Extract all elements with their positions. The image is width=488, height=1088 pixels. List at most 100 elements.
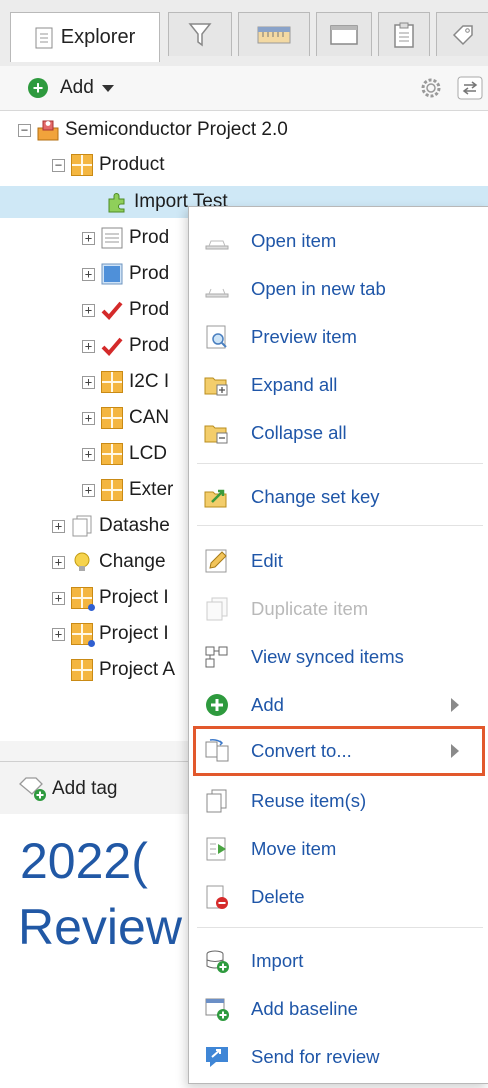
expand-all-icon: [204, 377, 228, 396]
tree-node-child[interactable]: + Prod: [82, 330, 169, 362]
menu-item-change-set-key[interactable]: Change set key: [189, 475, 488, 519]
tree-node-sibling[interactable]: + Project I: [52, 582, 169, 614]
menu-item-label: Edit: [251, 550, 283, 571]
chevron-down-icon: [101, 84, 114, 92]
tree-node-product[interactable]: − Product: [52, 149, 164, 181]
add-tag-label: Add tag: [52, 778, 118, 799]
tree-node-child[interactable]: + Exter: [82, 474, 173, 506]
tab-filter[interactable]: [168, 12, 232, 56]
menu-item-edit[interactable]: Edit: [189, 539, 488, 583]
status-dot-icon: [88, 604, 95, 611]
move-icon: [206, 837, 226, 861]
expand-icon[interactable]: +: [82, 483, 95, 497]
window-icon: [330, 24, 358, 45]
tree-node-label: I2C I: [129, 371, 170, 392]
tab-explorer-label: Explorer: [60, 26, 136, 48]
submenu-arrow-icon: [451, 698, 459, 712]
tree-node-label: Project I: [99, 587, 169, 608]
tree-node-label: Project I: [99, 623, 169, 644]
component-icon: [71, 659, 93, 681]
collapse-all-icon: [204, 425, 228, 444]
ruler-icon: [257, 26, 291, 43]
tree-node-child[interactable]: + CAN: [82, 402, 169, 434]
expand-icon[interactable]: +: [82, 339, 95, 353]
expand-icon[interactable]: +: [82, 411, 95, 425]
menu-item-open-new-tab[interactable]: Open in new tab: [189, 267, 488, 311]
tree-node-child[interactable]: + Prod: [82, 294, 169, 326]
tab-ruler[interactable]: [238, 12, 310, 56]
menu-separator: [197, 525, 483, 526]
tree-node-project[interactable]: − Semiconductor Project 2.0: [18, 114, 288, 146]
tree-node-child[interactable]: + Prod: [82, 222, 169, 254]
baseline-icon: [205, 998, 229, 1021]
component-icon: [101, 479, 123, 501]
menu-item-reuse-items[interactable]: Reuse item(s): [189, 779, 488, 823]
status-dot-icon: [88, 640, 95, 647]
expand-icon[interactable]: +: [52, 591, 65, 605]
menu-separator: [197, 463, 483, 464]
tab-window[interactable]: [316, 12, 372, 56]
menu-item-add[interactable]: Add: [189, 683, 488, 727]
expand-icon[interactable]: +: [82, 231, 95, 245]
checkmark-icon: [101, 301, 123, 320]
add-button[interactable]: + Add: [28, 77, 114, 99]
lightbulb-icon: [74, 552, 90, 571]
sync-icon[interactable]: [456, 75, 484, 101]
menu-item-expand-all[interactable]: Expand all: [189, 363, 488, 407]
expand-icon[interactable]: +: [82, 375, 95, 389]
expand-icon[interactable]: +: [82, 267, 95, 281]
expand-icon[interactable]: +: [52, 627, 65, 641]
menu-item-label: Open item: [251, 230, 337, 251]
synced-items-icon: [205, 646, 228, 668]
menu-item-label: Import: [251, 950, 304, 971]
explorer-toolbar: + Add: [0, 66, 488, 111]
clipboard-icon: [394, 22, 414, 48]
menu-item-preview-item[interactable]: Preview item: [189, 315, 488, 359]
tree-node-label: Prod: [129, 299, 170, 320]
open-new-tab-icon: [205, 288, 229, 298]
tree-node-sibling[interactable]: + Datashe: [52, 510, 170, 542]
tree-node-sibling[interactable]: + Change: [52, 546, 166, 578]
tree-node-child[interactable]: + I2C I: [82, 366, 169, 398]
expand-icon[interactable]: +: [52, 519, 65, 533]
item-title-line-2: Review: [18, 899, 182, 955]
menu-item-label: Change set key: [251, 486, 380, 507]
expand-icon[interactable]: +: [82, 303, 95, 317]
context-menu: Open item Open in new tab Preview item E…: [188, 206, 488, 1084]
add-icon: +: [28, 78, 48, 98]
tree-node-child[interactable]: + Prod: [82, 258, 169, 290]
menu-item-move-item[interactable]: Move item: [189, 827, 488, 871]
tree-node-sibling[interactable]: + Project I: [52, 618, 169, 650]
menu-item-delete[interactable]: Delete: [189, 875, 488, 919]
filter-icon: [188, 22, 212, 46]
expand-icon[interactable]: +: [82, 447, 95, 461]
menu-item-collapse-all[interactable]: Collapse all: [189, 411, 488, 455]
tree-node-label: Change: [99, 551, 166, 572]
tree-node-child[interactable]: + LCD: [82, 438, 167, 470]
add-tag-button[interactable]: Add tag: [18, 776, 118, 802]
expand-icon[interactable]: +: [52, 555, 65, 569]
menu-item-convert-to[interactable]: Convert to...: [189, 729, 488, 773]
menu-item-add-baseline[interactable]: Add baseline: [189, 987, 488, 1031]
tab-explorer[interactable]: Explorer: [10, 12, 160, 62]
collapse-icon[interactable]: −: [18, 123, 31, 137]
tree-node-label: Prod: [129, 227, 170, 248]
menu-item-view-synced-items[interactable]: View synced items: [189, 635, 488, 679]
tab-clipboard[interactable]: [378, 12, 430, 56]
menu-separator: [197, 927, 483, 928]
menu-item-label: Expand all: [251, 374, 338, 395]
menu-item-open-item[interactable]: Open item: [189, 219, 488, 263]
menu-item-send-for-review[interactable]: Send for review: [189, 1035, 488, 1079]
table-icon: [101, 227, 123, 249]
open-item-icon: [205, 240, 229, 250]
collapse-icon[interactable]: −: [52, 158, 65, 172]
delete-icon: [206, 885, 228, 909]
item-title-line-1: 2022(: [20, 833, 148, 889]
menu-item-import[interactable]: Import: [189, 939, 488, 983]
menu-item-duplicate-item[interactable]: Duplicate item: [189, 587, 488, 631]
gear-icon[interactable]: [418, 75, 444, 101]
tree-node-sibling[interactable]: Project A: [71, 654, 175, 686]
menu-item-label: View synced items: [251, 646, 404, 667]
tab-tags[interactable]: [436, 12, 488, 56]
component-icon: [101, 443, 123, 465]
